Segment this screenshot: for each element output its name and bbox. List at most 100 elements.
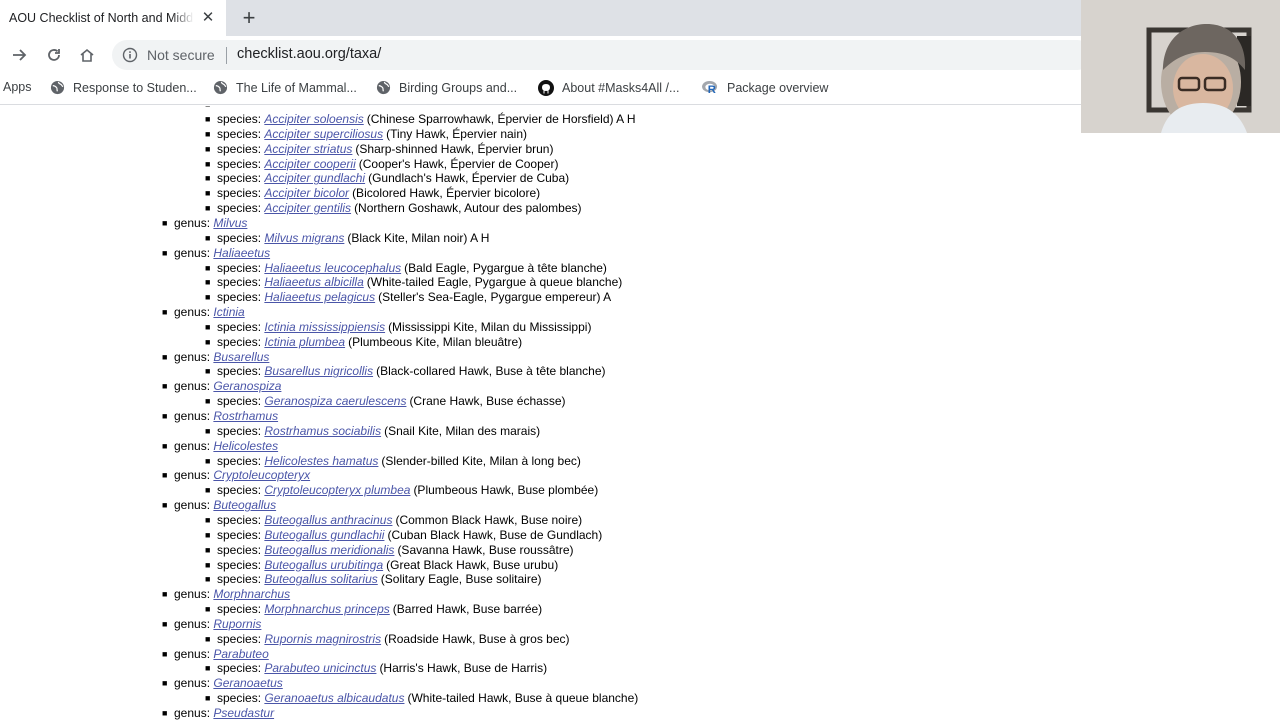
- bookmark-response[interactable]: Response to Studen...: [50, 80, 197, 95]
- common-names: (White-tailed Eagle, Pygargue à queue bl…: [366, 275, 623, 290]
- species-label: species:: [217, 483, 265, 498]
- bookmark-apps[interactable]: Apps: [3, 80, 32, 94]
- bookmark-birding-groups[interactable]: Birding Groups and...: [376, 80, 517, 95]
- globe-icon: [376, 80, 391, 95]
- common-names: (Slender-billed Kite, Milan à long bec): [381, 453, 581, 468]
- genus-link[interactable]: Haliaeetus: [213, 246, 270, 261]
- genus-link[interactable]: Pseudastur: [213, 706, 274, 720]
- globe-icon: [50, 80, 65, 95]
- species-link[interactable]: Rostrhamus sociabilis: [264, 424, 381, 439]
- bookmark-masks4all[interactable]: About #Masks4All /...: [538, 80, 679, 96]
- common-names: (Mississippi Kite, Milan du Mississippi): [388, 319, 592, 334]
- species-link[interactable]: Haliaeetus albicilla: [264, 275, 363, 290]
- bookmark-life-of-mammals[interactable]: The Life of Mammal...: [213, 80, 357, 95]
- omnibox-divider: [226, 47, 227, 64]
- list-bullet: ■: [205, 529, 211, 540]
- species-link[interactable]: Rupornis magnirostris: [264, 632, 381, 647]
- genus-row: ■ genus: Parabuteo: [0, 647, 269, 662]
- genus-link[interactable]: Helicolestes: [213, 439, 278, 454]
- new-tab-icon[interactable]: +: [238, 7, 260, 29]
- common-names: (Black-collared Hawk, Buse à tête blanch…: [376, 364, 606, 379]
- genus-row: ■ genus: Geranoaetus: [0, 676, 283, 691]
- species-link[interactable]: Accipiter cooperii: [264, 157, 355, 172]
- species-row: ■ species: Buteogallus solitarius (Solitar…: [0, 572, 542, 587]
- species-link[interactable]: Helicolestes hamatus: [264, 454, 378, 469]
- reload-icon[interactable]: [43, 44, 65, 66]
- genus-row: ■ genus: Buteogallus: [0, 498, 276, 513]
- species-label: species:: [217, 319, 265, 334]
- list-bullet: ■: [162, 470, 168, 481]
- common-names: (Savanna Hawk, Buse roussâtre): [397, 542, 574, 557]
- common-names: (Great Black Hawk, Buse urubu): [386, 557, 559, 572]
- genus-link[interactable]: Rostrhamus: [213, 409, 278, 424]
- genus-label: genus:: [174, 468, 214, 483]
- species-link[interactable]: Accipiter superciliosus: [264, 127, 383, 142]
- common-names: (Cuban Black Hawk, Buse de Gundlach): [387, 527, 603, 542]
- common-names: (Sharp-shinned Hawk, Épervier brun): [355, 141, 554, 156]
- species-link[interactable]: Buteogallus gundlachii: [264, 528, 384, 543]
- common-names: (Bald Eagle, Pygargue à tête blanche): [404, 260, 607, 275]
- tab-active[interactable]: AOU Checklist of North and Middle Americ…: [0, 0, 226, 36]
- species-row: ■ species: Cryptoleucopteryx plumbea (Plum…: [0, 483, 598, 498]
- genus-label: genus:: [174, 587, 214, 602]
- species-link[interactable]: Buteogallus anthracinus: [264, 513, 392, 528]
- species-link[interactable]: Milvus migrans: [264, 231, 344, 246]
- address-bar[interactable]: Not secure checklist.aou.org/taxa/: [112, 40, 1092, 70]
- species-link[interactable]: Accipiter soloensis: [264, 112, 363, 127]
- species-link[interactable]: Buteogallus urubitinga: [264, 558, 383, 573]
- species-link[interactable]: Geranospiza caerulescens: [264, 394, 406, 409]
- list-bullet: ■: [162, 307, 168, 318]
- species-link[interactable]: Geranoaetus albicaudatus: [264, 691, 404, 706]
- genus-link[interactable]: Busarellus: [213, 350, 269, 365]
- species-link[interactable]: Accipiter gundlachi: [264, 171, 365, 186]
- species-link[interactable]: Ictinia plumbea: [264, 335, 345, 350]
- list-bullet: ■: [162, 217, 168, 228]
- genus-link[interactable]: Ictinia: [213, 305, 244, 320]
- list-bullet: ■: [205, 262, 211, 273]
- species-link[interactable]: Accipiter bicolor: [264, 186, 349, 201]
- genus-row: ■ genus: Helicolestes: [0, 439, 278, 454]
- genus-link[interactable]: Geranoaetus: [213, 676, 282, 691]
- list-bullet: ■: [205, 366, 211, 377]
- species-label: species:: [217, 691, 265, 706]
- genus-link[interactable]: Cryptoleucopteryx: [213, 468, 310, 483]
- species-link[interactable]: Haliaeetus leucocephalus: [264, 261, 401, 276]
- tab-close-icon[interactable]: ✕: [199, 9, 217, 27]
- species-link[interactable]: Morphnarchus princeps: [264, 602, 389, 617]
- common-names: (Plumbeous Hawk, Buse plombée): [413, 483, 599, 498]
- common-names: (White-tailed Hawk, Buse à queue blanche…: [407, 691, 639, 706]
- species-link[interactable]: Busarellus nigricollis: [264, 364, 373, 379]
- url-text[interactable]: checklist.aou.org/taxa/: [237, 46, 381, 62]
- list-bullet: ■: [162, 589, 168, 600]
- genus-row: ■ genus: Milvus: [0, 216, 247, 231]
- species-row: ■ species: Helicolestes hamatus (Slender-b…: [0, 454, 581, 469]
- species-link[interactable]: Haliaeetus pelagicus: [264, 290, 375, 305]
- genus-link[interactable]: Rupornis: [213, 617, 261, 632]
- genus-link[interactable]: Geranospiza: [213, 379, 281, 394]
- species-row: ■ species: Haliaeetus pelagicus (Steller's…: [0, 290, 611, 305]
- genus-link[interactable]: Milvus: [213, 216, 247, 231]
- list-bullet: ■: [205, 292, 211, 303]
- species-link[interactable]: Buteogallus meridionalis: [264, 543, 394, 558]
- bookmark-package-overview[interactable]: R Package overview: [702, 80, 828, 95]
- r-logo-icon: R: [702, 80, 719, 95]
- species-link[interactable]: Ictinia mississippiensis: [264, 320, 385, 335]
- species-link[interactable]: Accipiter striatus: [264, 142, 352, 157]
- species-link[interactable]: Buteogallus solitarius: [264, 572, 377, 587]
- genus-link[interactable]: Parabuteo: [213, 647, 268, 662]
- forward-icon[interactable]: [9, 44, 31, 66]
- species-link[interactable]: Accipiter gentilis: [264, 201, 351, 216]
- species-row: ■ species: Buteogallus urubitinga (Great B…: [0, 558, 558, 573]
- species-link[interactable]: Cryptoleucopteryx plumbea: [264, 483, 410, 498]
- bookmark-label: About #Masks4All /...: [562, 81, 680, 95]
- common-names: (Harris's Hawk, Buse de Harris): [379, 661, 548, 676]
- list-bullet: ■: [205, 604, 211, 615]
- species-label: species:: [217, 112, 265, 126]
- list-bullet: ■: [162, 618, 168, 629]
- home-icon[interactable]: [76, 44, 98, 66]
- species-label: species:: [217, 572, 265, 587]
- info-icon[interactable]: [122, 47, 138, 68]
- species-link[interactable]: Parabuteo unicinctus: [264, 661, 376, 676]
- genus-link[interactable]: Morphnarchus: [213, 587, 290, 602]
- genus-link[interactable]: Buteogallus: [213, 498, 276, 513]
